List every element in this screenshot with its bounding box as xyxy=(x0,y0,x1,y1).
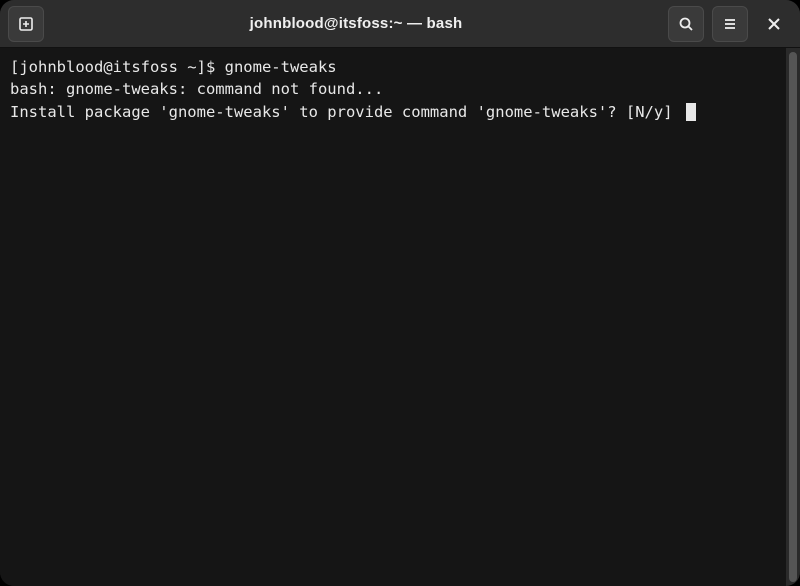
terminal-window: johnblood@itsfoss:~ — bash xyxy=(0,0,800,586)
close-icon xyxy=(767,17,781,31)
new-tab-icon xyxy=(18,16,34,32)
terminal-line: [johnblood@itsfoss ~]$ gnome-tweaks xyxy=(10,56,776,78)
cursor xyxy=(686,103,696,121)
terminal-line: Install package 'gnome-tweaks' to provid… xyxy=(10,101,776,123)
close-button[interactable] xyxy=(756,6,792,42)
menu-button[interactable] xyxy=(712,6,748,42)
terminal-body: [johnblood@itsfoss ~]$ gnome-tweaksbash:… xyxy=(0,48,800,586)
scrollbar-track[interactable] xyxy=(786,48,800,586)
terminal-content[interactable]: [johnblood@itsfoss ~]$ gnome-tweaksbash:… xyxy=(0,48,786,586)
command-text: gnome-tweaks xyxy=(225,58,337,76)
search-icon xyxy=(678,16,694,32)
scrollbar-thumb[interactable] xyxy=(789,52,797,582)
window-title: johnblood@itsfoss:~ — bash xyxy=(52,15,660,32)
titlebar-right-controls xyxy=(668,6,792,42)
search-button[interactable] xyxy=(668,6,704,42)
titlebar: johnblood@itsfoss:~ — bash xyxy=(0,0,800,48)
terminal-line: bash: gnome-tweaks: command not found... xyxy=(10,78,776,100)
prompt: [johnblood@itsfoss ~]$ xyxy=(10,58,225,76)
new-tab-button[interactable] xyxy=(8,6,44,42)
install-prompt: Install package 'gnome-tweaks' to provid… xyxy=(10,103,682,121)
hamburger-icon xyxy=(722,16,738,32)
